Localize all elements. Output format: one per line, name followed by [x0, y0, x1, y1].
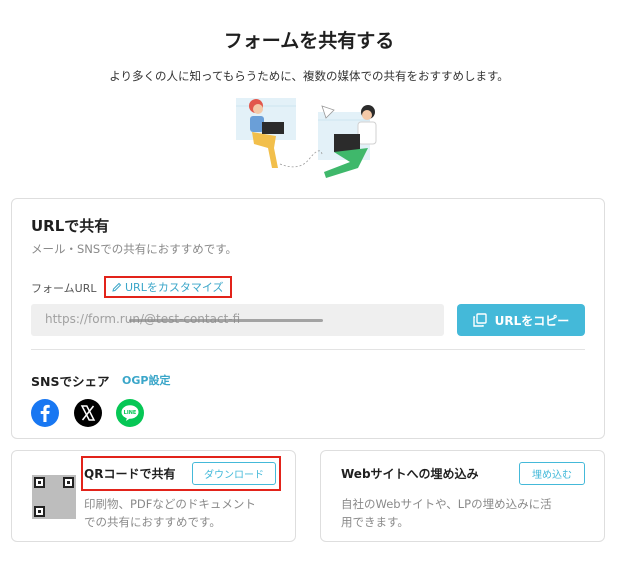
qr-finder-pattern	[63, 477, 74, 488]
sharing-illustration	[236, 98, 377, 178]
qr-description-line-1: 印刷物、PDFなどのドキュメント	[84, 497, 256, 511]
web-embed-description: 自社のWebサイトや、LPの埋め込みに活 用できます。	[341, 495, 552, 531]
download-button[interactable]: ダウンロード	[192, 462, 276, 485]
x-icon[interactable]	[74, 399, 102, 427]
web-description-line-2: 用できます。	[341, 515, 409, 529]
qr-finder-pattern	[34, 477, 45, 488]
qr-finder-pattern	[34, 506, 45, 517]
sns-share-title: SNSでシェア	[31, 374, 110, 389]
embed-button[interactable]: 埋め込む	[519, 462, 585, 485]
qr-code-image	[32, 475, 76, 519]
url-redaction-line	[129, 319, 323, 322]
form-url-field[interactable]: https://form.run/@test-contact-fi	[31, 304, 444, 336]
page-subtitle: より多くの人に知ってもらうために、複数の媒体での共有をおすすめします。	[109, 69, 509, 83]
page-title: フォームを共有する	[223, 30, 395, 52]
web-embed-title: Webサイトへの埋め込み	[341, 467, 479, 481]
line-icon[interactable]: LINE	[116, 399, 144, 427]
url-share-card: URLで共有 メール・SNSでの共有におすすめです。 フォームURL URLをカ…	[11, 198, 605, 439]
copy-icon	[472, 313, 487, 327]
copy-url-label: URLをコピー	[494, 313, 570, 328]
line-icon-text: LINE	[124, 410, 137, 416]
form-url-label: フォームURL	[31, 282, 97, 295]
ogp-settings-link[interactable]: OGP設定	[122, 372, 170, 388]
customize-url-label: URLをカスタマイズ	[125, 281, 224, 294]
facebook-icon[interactable]	[31, 399, 59, 427]
qr-share-title: QRコードで共有	[84, 467, 176, 481]
customize-url-link[interactable]: URLをカスタマイズ	[104, 276, 232, 298]
pencil-icon	[112, 282, 122, 292]
qr-share-description: 印刷物、PDFなどのドキュメント での共有におすすめです。	[84, 495, 256, 531]
url-share-description: メール・SNSでの共有におすすめです。	[31, 242, 238, 256]
qr-share-card: QRコードで共有 ダウンロード 印刷物、PDFなどのドキュメント での共有におす…	[11, 450, 296, 542]
qr-description-line-2: での共有におすすめです。	[84, 515, 221, 529]
copy-url-button[interactable]: URLをコピー	[457, 304, 585, 336]
web-embed-card: Webサイトへの埋め込み 埋め込む 自社のWebサイトや、LPの埋め込みに活 用…	[320, 450, 605, 542]
url-share-title: URLで共有	[31, 217, 110, 235]
web-description-line-1: 自社のWebサイトや、LPの埋め込みに活	[341, 497, 552, 511]
section-divider	[31, 349, 585, 350]
